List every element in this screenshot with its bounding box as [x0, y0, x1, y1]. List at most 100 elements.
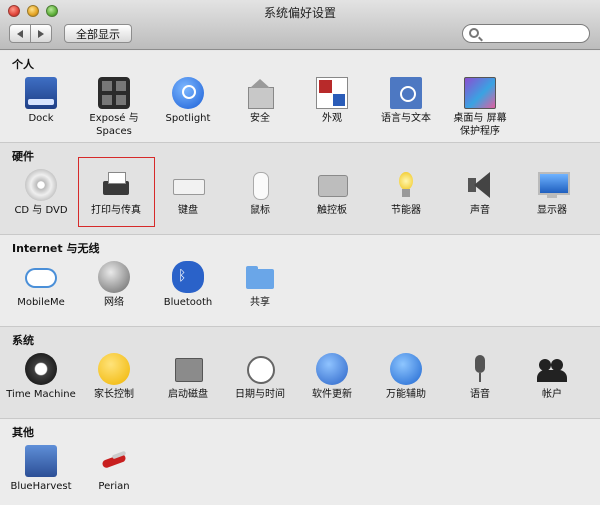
window-titlebar: 系统偏好设置 全部显示: [0, 0, 600, 50]
pref-language-text[interactable]: 语言与文本: [366, 77, 446, 125]
date-time-icon: [244, 353, 276, 385]
section-internet-wireless: Internet 与无线 MobileMe 网络 Bluetooth 共享: [0, 235, 600, 327]
display-icon: [536, 169, 570, 201]
pref-label: 软件更新: [312, 389, 352, 400]
pref-expose-spaces[interactable]: Exposé 与 Spaces: [74, 77, 154, 138]
pref-mouse[interactable]: 鼠标: [220, 169, 300, 217]
pref-dock[interactable]: Dock: [1, 77, 81, 125]
pref-label: 节能器: [391, 205, 421, 216]
universal-access-icon: [390, 353, 422, 385]
blueharvest-icon: [25, 445, 57, 477]
expose-spaces-icon: [98, 77, 130, 109]
bluetooth-icon: [172, 261, 204, 293]
pref-network[interactable]: 网络: [74, 261, 154, 309]
pref-label: Bluetooth: [163, 297, 213, 308]
pref-label: 键盘: [178, 205, 198, 216]
pref-label: 桌面与 屏幕保护程序: [453, 113, 507, 137]
search-field[interactable]: [462, 24, 590, 43]
accounts-icon: [536, 353, 568, 385]
chevron-left-icon: [17, 29, 23, 38]
pref-display[interactable]: 显示器: [512, 169, 592, 217]
pref-label: 声音: [470, 205, 490, 216]
pref-label: 帐户: [542, 389, 562, 400]
pref-blueharvest[interactable]: BlueHarvest: [1, 445, 81, 493]
pref-label: MobileMe: [17, 297, 65, 308]
section-other: 其他 BlueHarvest Perian: [0, 419, 600, 505]
pref-label: CD 与 DVD: [14, 205, 68, 216]
pref-universal-access[interactable]: 万能辅助: [366, 353, 446, 401]
desktop-screensaver-icon: [464, 77, 496, 109]
perian-icon: [98, 445, 130, 477]
pref-label: 家长控制: [94, 389, 134, 400]
pref-label: 触控板: [317, 205, 347, 216]
pref-bluetooth[interactable]: Bluetooth: [148, 261, 228, 309]
pref-label: 外观: [322, 113, 342, 124]
section-personal: 个人 Dock Exposé 与 Spaces Spotlight 安全 外观 …: [0, 51, 600, 143]
pref-label: Perian: [98, 481, 130, 492]
appearance-icon: [316, 77, 348, 109]
software-update-icon: [316, 353, 348, 385]
section-title: 硬件: [12, 150, 34, 163]
parental-controls-icon: [98, 353, 130, 385]
chevron-right-icon: [38, 29, 44, 38]
pref-label: 显示器: [537, 205, 567, 216]
speech-microphone-icon: [464, 353, 496, 385]
back-button[interactable]: [9, 24, 31, 43]
pref-label: 共享: [250, 297, 270, 308]
pref-label: 启动磁盘: [168, 389, 208, 400]
pref-speech[interactable]: 语音: [440, 353, 520, 401]
pref-label: 日期与时间: [235, 389, 285, 400]
pref-energy-saver[interactable]: 节能器: [366, 169, 446, 217]
pref-parental-controls[interactable]: 家长控制: [74, 353, 154, 401]
pref-label: 鼠标: [250, 205, 270, 216]
pref-startup-disk[interactable]: 启动磁盘: [148, 353, 228, 401]
section-title: 其他: [12, 426, 34, 439]
pref-label: Exposé 与 Spaces: [89, 113, 139, 137]
security-house-icon: [244, 77, 276, 109]
spotlight-icon: [172, 77, 204, 109]
pref-mobileme[interactable]: MobileMe: [1, 261, 81, 309]
section-title: 系统: [12, 334, 34, 347]
pref-label: 网络: [104, 297, 124, 308]
pref-appearance[interactable]: 外观: [292, 77, 372, 125]
section-title: 个人: [12, 58, 34, 71]
window-title: 系统偏好设置: [263, 6, 336, 20]
show-all-button[interactable]: 全部显示: [64, 24, 132, 43]
pref-trackpad[interactable]: 触控板: [292, 169, 372, 217]
sound-icon: [464, 169, 496, 201]
pref-sound[interactable]: 声音: [440, 169, 520, 217]
pref-label: 语言与文本: [381, 113, 431, 124]
pref-software-update[interactable]: 软件更新: [292, 353, 372, 401]
mouse-icon: [244, 169, 276, 201]
keyboard-icon: [172, 169, 205, 201]
cd-dvd-icon: [25, 169, 57, 201]
pref-label: Time Machine: [6, 389, 76, 400]
search-icon: [469, 28, 479, 38]
dock-icon: [25, 77, 57, 109]
startup-disk-icon: [172, 353, 204, 385]
section-system: 系统 Time Machine 家长控制 启动磁盘 日期与时间 软件更新 万能辅…: [0, 327, 600, 419]
trackpad-icon: [316, 169, 348, 201]
pref-date-time[interactable]: 日期与时间: [220, 353, 300, 401]
pref-spotlight[interactable]: Spotlight: [148, 77, 228, 125]
pref-desktop-screensaver[interactable]: 桌面与 屏幕保护程序: [440, 77, 520, 138]
pref-label: Dock: [28, 113, 54, 124]
language-text-icon: [390, 77, 422, 109]
energy-saver-icon: [390, 169, 422, 201]
selection-highlight-box: [78, 157, 155, 227]
section-title: Internet 与无线: [12, 242, 100, 255]
pref-label: BlueHarvest: [10, 481, 72, 492]
pref-accounts[interactable]: 帐户: [512, 353, 592, 401]
sharing-folder-icon: [244, 261, 276, 293]
pref-keyboard[interactable]: 键盘: [148, 169, 228, 217]
search-input[interactable]: [483, 26, 583, 41]
pref-security[interactable]: 安全: [220, 77, 300, 125]
pref-time-machine[interactable]: Time Machine: [1, 353, 81, 401]
pref-cd-dvd[interactable]: CD 与 DVD: [1, 169, 81, 217]
pref-label: 安全: [250, 113, 270, 124]
pref-label: Spotlight: [165, 113, 211, 124]
network-globe-icon: [98, 261, 130, 293]
pref-perian[interactable]: Perian: [74, 445, 154, 493]
forward-button[interactable]: [30, 24, 52, 43]
pref-sharing[interactable]: 共享: [220, 261, 300, 309]
